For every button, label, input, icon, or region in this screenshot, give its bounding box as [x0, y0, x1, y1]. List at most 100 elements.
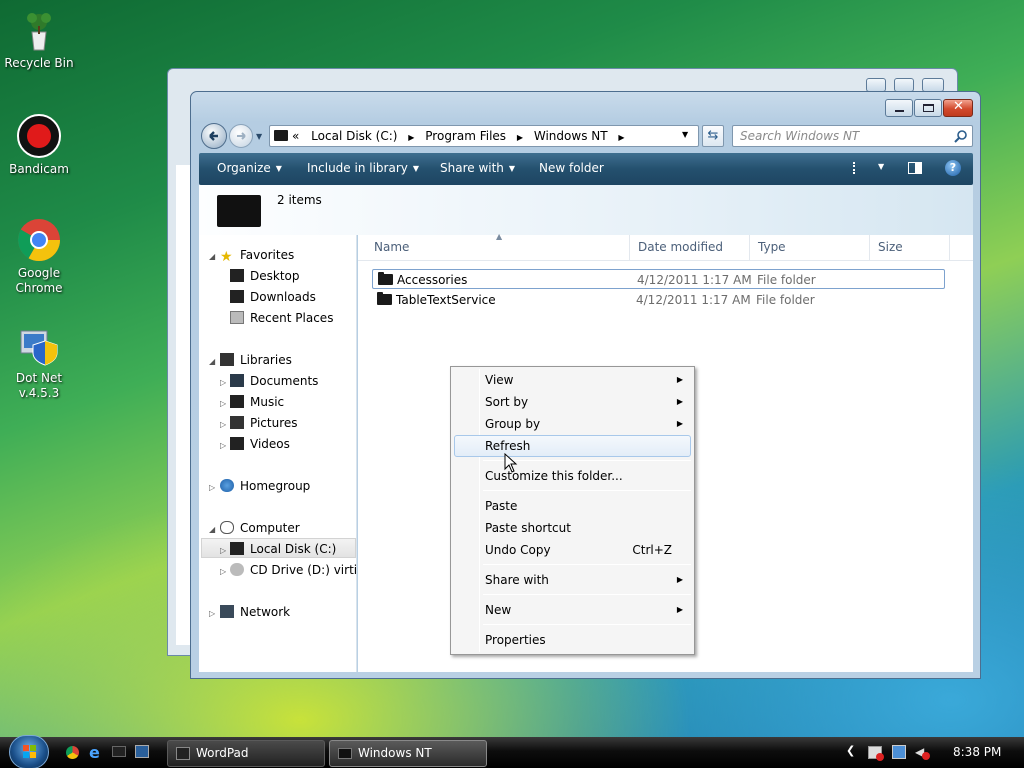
breadcrumb-separator-icon[interactable]: ▶ [408, 133, 414, 142]
chrome-quicklaunch-icon[interactable] [66, 746, 79, 759]
collapse-arrow-icon[interactable]: ▷ [220, 420, 226, 429]
menu-item-sort-by[interactable]: Sort by ▶ [454, 391, 691, 413]
start-button[interactable] [9, 735, 49, 768]
nav-downloads[interactable]: Downloads [230, 290, 316, 304]
preview-pane-icon[interactable] [908, 162, 922, 174]
organize-button[interactable]: Organize ▼ [217, 161, 282, 175]
help-icon[interactable]: ? [945, 160, 961, 176]
desktop-icon-bandicam[interactable]: Bandicam [4, 114, 74, 177]
refresh-button[interactable]: ⇆ [702, 125, 724, 147]
include-in-library-button[interactable]: Include in library ▼ [307, 161, 419, 175]
nav-cd-drive[interactable]: CD Drive (D:) virtio-v [230, 563, 356, 577]
recent-places-icon [230, 311, 244, 324]
windows-logo-icon [23, 745, 36, 758]
taskbar-wordpad[interactable]: WordPad [167, 740, 325, 767]
nav-libraries[interactable]: Libraries [220, 353, 292, 367]
menu-item-paste-shortcut[interactable]: Paste shortcut [454, 517, 691, 539]
recent-pages-chevron-icon[interactable]: ▼ [256, 132, 262, 141]
collapse-arrow-icon[interactable]: ▷ [220, 546, 226, 555]
menu-item-properties[interactable]: Properties [454, 629, 691, 651]
expand-arrow-icon[interactable]: ◢ [209, 357, 215, 366]
menu-item-customize[interactable]: Customize this folder... [454, 465, 691, 487]
collapse-arrow-icon[interactable]: ▷ [220, 441, 226, 450]
search-icon[interactable] [954, 129, 968, 143]
close-button[interactable]: ✕ [943, 99, 973, 117]
breadcrumb-windows-nt[interactable]: Windows NT [534, 129, 608, 143]
expand-arrow-icon[interactable]: ◢ [209, 252, 215, 261]
menu-item-group-by[interactable]: Group by ▶ [454, 413, 691, 435]
nav-computer[interactable]: Computer [220, 521, 300, 535]
taskbar-windows-nt[interactable]: Windows NT [329, 740, 487, 767]
collapse-arrow-icon[interactable]: ▷ [209, 609, 215, 618]
menu-item-view[interactable]: View ▶ [454, 369, 691, 391]
network-tray-icon[interactable] [892, 745, 906, 759]
back-close-button[interactable] [922, 78, 944, 92]
nav-pictures[interactable]: Pictures [230, 416, 298, 430]
collapse-arrow-icon[interactable]: ▷ [220, 378, 226, 387]
breadcrumb-local-disk[interactable]: Local Disk (C:) [311, 129, 397, 143]
menu-separator [483, 490, 691, 491]
desktop-icon-label: Dot Net [15, 371, 63, 385]
nav-recent-places[interactable]: Recent Places [230, 311, 333, 325]
show-hidden-icons-icon[interactable]: ❮ [846, 744, 855, 757]
nav-music[interactable]: Music [230, 395, 284, 409]
menu-item-share-with[interactable]: Share with ▶ [454, 569, 691, 591]
breadcrumb-separator-icon[interactable]: ▶ [618, 133, 624, 142]
ie-quicklaunch-icon[interactable]: e [89, 743, 100, 762]
view-dropdown-icon[interactable]: ▼ [878, 162, 884, 171]
desktop-icon-label: Google [17, 266, 61, 280]
menu-item-paste[interactable]: Paste [454, 495, 691, 517]
address-bar[interactable]: « Local Disk (C:) ▶ Program Files ▶ Wind… [269, 125, 699, 147]
mouse-cursor-icon [504, 453, 518, 473]
column-header-date[interactable]: Date modified [630, 235, 750, 260]
collapse-arrow-icon[interactable]: ▷ [220, 567, 226, 576]
nav-local-disk[interactable]: Local Disk (C:) [230, 542, 336, 556]
maximize-button[interactable] [914, 99, 942, 117]
hard-drive-icon [230, 542, 244, 555]
nav-favorites[interactable]: ★ Favorites [220, 248, 294, 265]
nav-homegroup[interactable]: Homegroup [220, 479, 310, 493]
nav-videos[interactable]: Videos [230, 437, 290, 451]
network-icon [220, 605, 234, 618]
context-menu[interactable]: View ▶ Sort by ▶ Group by ▶ Refresh Customi… [450, 366, 695, 655]
back-window-pane [176, 165, 190, 645]
column-header-type[interactable]: Type [750, 235, 870, 260]
new-folder-button[interactable]: New folder [539, 161, 604, 175]
table-row[interactable]: Accessories 4/12/2011 1:17 AM File folde… [372, 269, 945, 289]
minimize-button[interactable] [885, 99, 913, 117]
nav-documents[interactable]: Documents [230, 374, 318, 388]
forward-button[interactable] [229, 124, 253, 148]
back-minimize-button[interactable] [866, 78, 886, 92]
breadcrumb-separator-icon[interactable]: ▶ [517, 133, 523, 142]
desktop-icon-label-2: Chrome [15, 281, 63, 295]
videos-icon [230, 437, 244, 450]
menu-item-new[interactable]: New ▶ [454, 599, 691, 621]
chrome-icon [17, 218, 61, 262]
menu-item-undo-copy[interactable]: Undo Copy Ctrl+Z [454, 539, 691, 561]
back-maximize-button[interactable] [894, 78, 914, 92]
desktop-icon-dot-net[interactable]: Dot Net v.4.5.3 [4, 323, 74, 401]
column-header-size[interactable]: Size [870, 235, 950, 260]
desktop-icon-google-chrome[interactable]: Google Chrome [4, 218, 74, 296]
libraries-icon [220, 353, 234, 366]
address-dropdown-icon[interactable]: ▼ [682, 130, 688, 139]
search-input[interactable]: Search Windows NT [740, 129, 859, 143]
expand-arrow-icon[interactable]: ◢ [209, 525, 215, 534]
breadcrumb-program-files[interactable]: Program Files [425, 129, 506, 143]
clock[interactable]: 8:38 PM [953, 745, 1001, 759]
collapse-arrow-icon[interactable]: ▷ [220, 399, 226, 408]
back-button[interactable] [201, 123, 227, 149]
nav-desktop[interactable]: Desktop [230, 269, 300, 283]
collapse-arrow-icon[interactable]: ▷ [209, 483, 215, 492]
view-options-icon[interactable] [853, 162, 865, 174]
address-overflow[interactable]: « [292, 129, 299, 143]
desktop-icon-recycle-bin[interactable]: Recycle Bin [4, 8, 74, 71]
show-desktop-icon[interactable] [135, 745, 149, 758]
menu-item-refresh[interactable]: Refresh [454, 435, 691, 457]
share-with-button[interactable]: Share with ▼ [440, 161, 515, 175]
search-box[interactable]: Search Windows NT [732, 125, 973, 147]
desktop-folder-icon [230, 269, 244, 282]
explorer-quicklaunch-icon[interactable] [112, 746, 126, 757]
table-row[interactable]: TableTextService 4/12/2011 1:17 AM File … [372, 290, 945, 310]
nav-network[interactable]: Network [220, 605, 290, 619]
